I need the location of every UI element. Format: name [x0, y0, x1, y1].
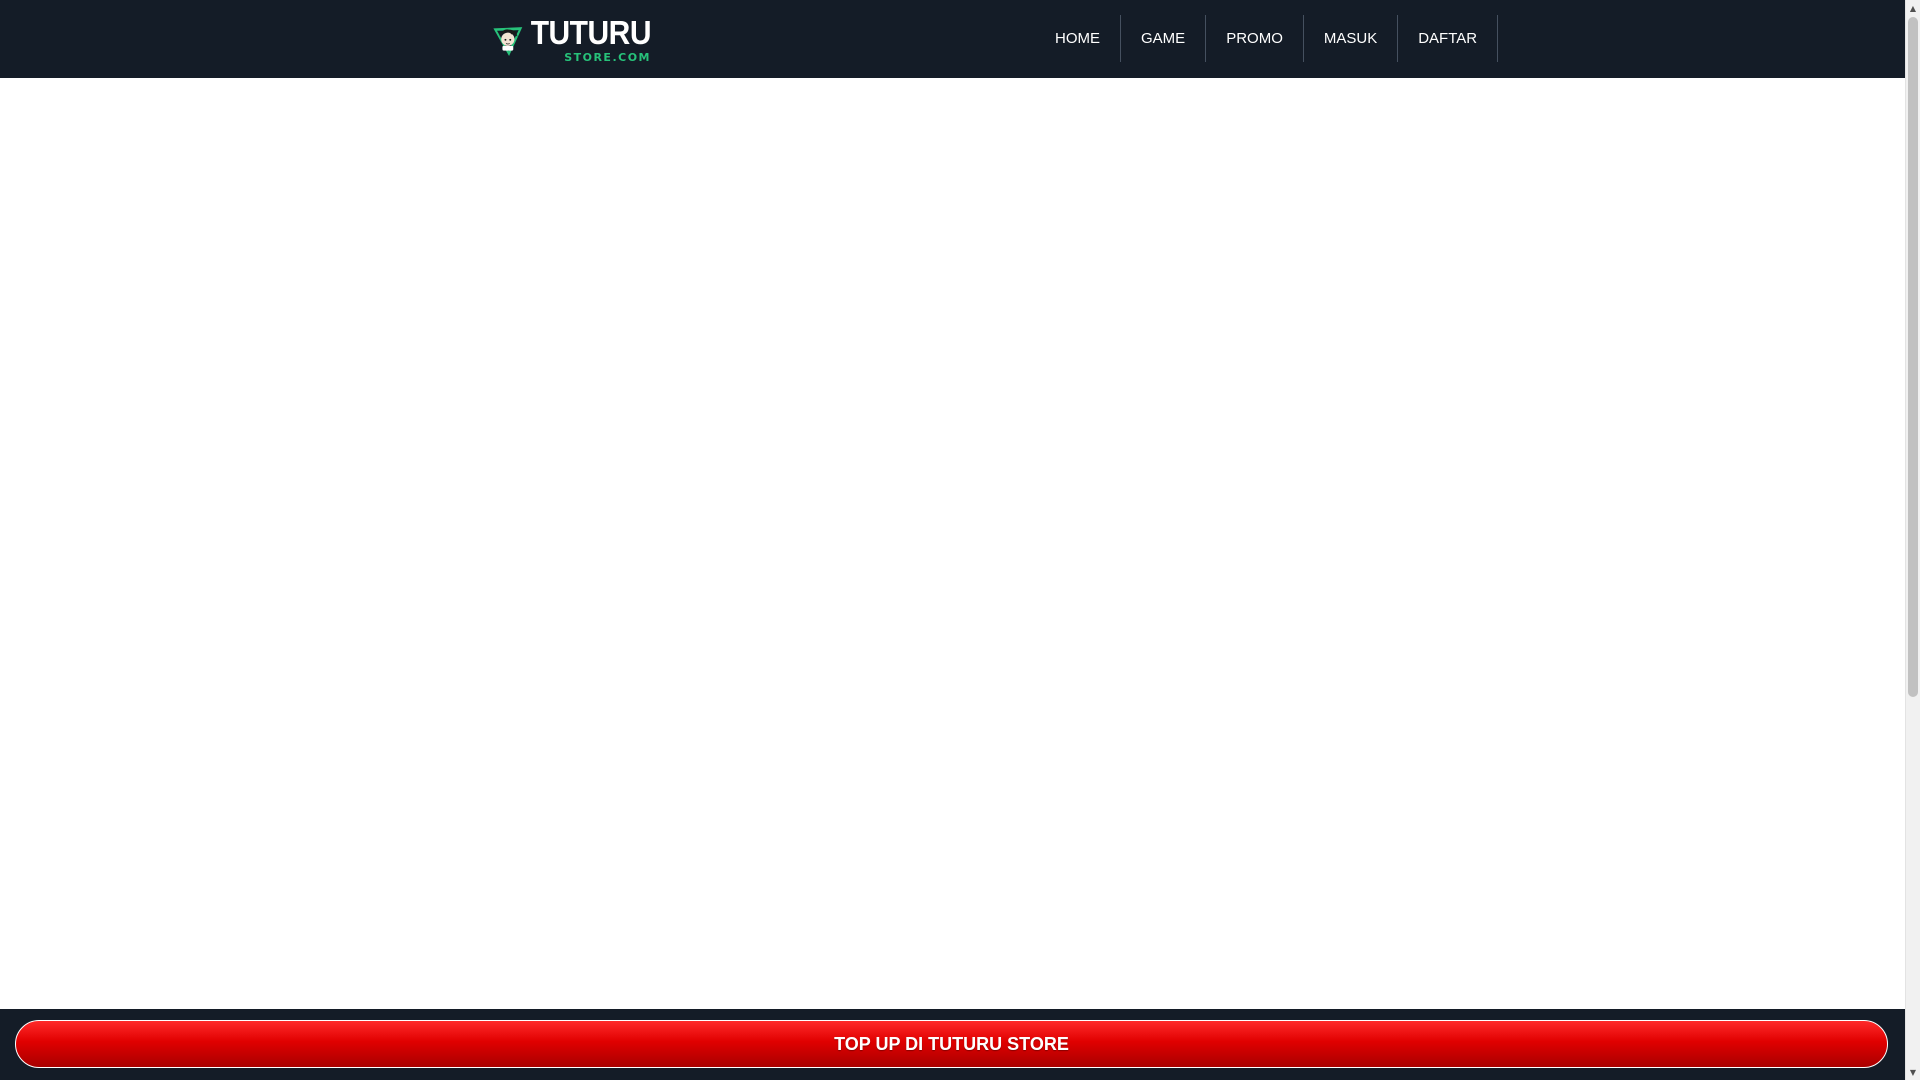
topup-cta-button[interactable]: TOP UP DI TUTURU STORE — [15, 1020, 1888, 1068]
logo-subtitle: STORE.COM — [564, 51, 651, 64]
nav-daftar[interactable]: DAFTAR — [1398, 15, 1499, 62]
logo-title: TUTURU — [530, 15, 652, 52]
main-content — [0, 78, 1905, 1009]
nav-promo[interactable]: PROMO — [1206, 15, 1304, 62]
main-nav: HOME GAME PROMO MASUK DAFTAR — [1035, 15, 1499, 62]
nav-home[interactable]: HOME — [1035, 15, 1121, 62]
scrollbar-thumb[interactable] — [1908, 17, 1918, 697]
page: TUTURU STORE.COM HOME GAME PROMO MASUK D… — [0, 0, 1905, 1080]
scroll-up-icon[interactable]: ▲ — [1906, 1, 1920, 15]
mascot-shield-icon — [493, 27, 523, 57]
scroll-down-icon[interactable]: ▼ — [1906, 1065, 1920, 1079]
sticky-footer: TOP UP DI TUTURU STORE — [0, 1009, 1905, 1080]
site-header: TUTURU STORE.COM HOME GAME PROMO MASUK D… — [0, 0, 1905, 78]
nav-masuk[interactable]: MASUK — [1304, 15, 1399, 62]
nav-game[interactable]: GAME — [1121, 15, 1207, 62]
page-scrollbar[interactable]: ▲ ▼ — [1905, 0, 1920, 1080]
site-logo[interactable]: TUTURU STORE.COM — [491, 14, 652, 68]
